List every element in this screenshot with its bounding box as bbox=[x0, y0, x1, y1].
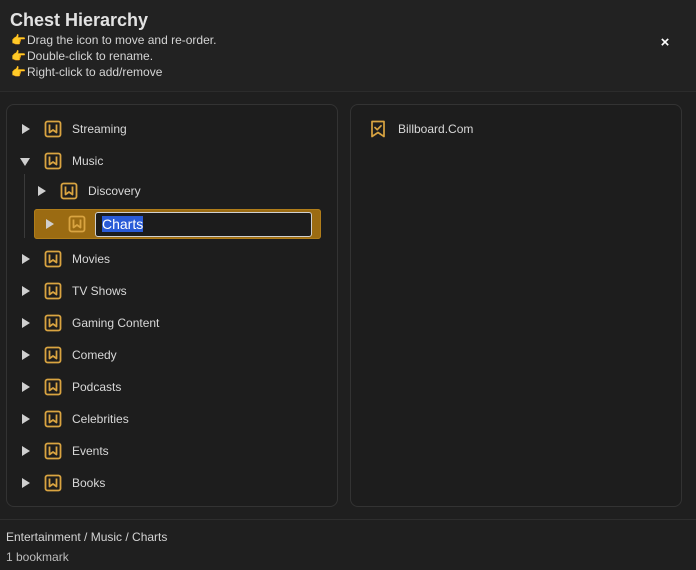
dialog-title: Chest Hierarchy bbox=[10, 10, 149, 30]
tree-item-label: Discovery bbox=[88, 184, 141, 198]
bookmarks-panel bbox=[350, 104, 682, 507]
chest-icon[interactable] bbox=[44, 152, 62, 170]
expand-arrow-icon[interactable] bbox=[20, 445, 32, 457]
chest-icon[interactable] bbox=[44, 410, 62, 428]
pointing-hand-icon: 👉 bbox=[11, 33, 26, 47]
pointing-hand-icon: 👉 bbox=[11, 65, 26, 79]
bookmark-icon bbox=[371, 120, 385, 138]
chest-icon[interactable] bbox=[44, 442, 62, 460]
bookmark-label: Billboard.Com bbox=[398, 122, 474, 136]
chest-icon[interactable] bbox=[44, 250, 62, 268]
expand-arrow-icon[interactable] bbox=[20, 349, 32, 361]
tree-item-label: Streaming bbox=[72, 122, 127, 136]
tree-item-label: Comedy bbox=[72, 348, 117, 362]
collapse-arrow-icon[interactable] bbox=[20, 155, 32, 167]
breadcrumb-path: Entertainment / Music / Charts bbox=[6, 530, 168, 544]
rename-input[interactable] bbox=[95, 211, 312, 237]
bookmark-count: 1 bookmark bbox=[6, 550, 69, 564]
hint-drag: 👉Drag the icon to move and re-order. bbox=[11, 33, 216, 47]
tree-item-movies[interactable]: Movies bbox=[20, 245, 320, 273]
chest-icon[interactable] bbox=[44, 378, 62, 396]
tree-item-books[interactable]: Books bbox=[20, 469, 320, 497]
chest-icon[interactable] bbox=[44, 314, 62, 332]
pointing-hand-icon: 👉 bbox=[11, 49, 26, 63]
expand-arrow-icon[interactable] bbox=[20, 123, 32, 135]
tree-item-celebrities[interactable]: Celebrities bbox=[20, 405, 320, 433]
expand-arrow-icon[interactable] bbox=[20, 253, 32, 265]
expand-arrow-icon[interactable] bbox=[20, 285, 32, 297]
close-button[interactable]: × bbox=[658, 35, 672, 51]
footer-divider bbox=[0, 519, 696, 520]
expand-arrow-icon[interactable] bbox=[20, 413, 32, 425]
tree-item-label: Movies bbox=[72, 252, 111, 266]
chest-icon[interactable] bbox=[68, 215, 86, 233]
tree-item-comedy[interactable]: Comedy bbox=[20, 341, 320, 369]
tree-item-gaming-content[interactable]: Gaming Content bbox=[20, 309, 320, 337]
tree-item-label: TV Shows bbox=[72, 284, 127, 298]
expand-arrow-icon[interactable] bbox=[36, 185, 48, 197]
tree-item-tv-shows[interactable]: TV Shows bbox=[20, 277, 320, 305]
chest-icon[interactable] bbox=[44, 120, 62, 138]
expand-arrow-icon[interactable] bbox=[20, 381, 32, 393]
hint-text: Drag the icon to move and re-order. bbox=[27, 33, 217, 47]
tree-item-label: Podcasts bbox=[72, 380, 122, 394]
tree-item-label: Music bbox=[72, 154, 104, 168]
hint-rename: 👉Double-click to rename. bbox=[11, 49, 153, 63]
tree-item-label: Events bbox=[72, 444, 109, 458]
tree-item-discovery[interactable]: Discovery bbox=[36, 177, 320, 205]
tree-item-charts-selected[interactable] bbox=[34, 209, 321, 239]
chest-icon[interactable] bbox=[44, 346, 62, 364]
dialog-header: Chest Hierarchy 👉Drag the icon to move a… bbox=[0, 0, 696, 92]
chest-icon[interactable] bbox=[60, 182, 78, 200]
hint-text: Double-click to rename. bbox=[27, 49, 154, 63]
tree-item-events[interactable]: Events bbox=[20, 437, 320, 465]
tree-item-label: Gaming Content bbox=[72, 316, 160, 330]
hint-add-remove: 👉Right-click to add/remove bbox=[11, 65, 162, 79]
expand-arrow-icon[interactable] bbox=[20, 477, 32, 489]
tree-item-streaming[interactable]: Streaming bbox=[20, 115, 320, 143]
expand-arrow-icon[interactable] bbox=[44, 218, 56, 230]
tree-guide-line bbox=[24, 174, 25, 238]
hint-text: Right-click to add/remove bbox=[27, 65, 163, 79]
tree-item-label: Books bbox=[72, 476, 106, 490]
chest-icon[interactable] bbox=[44, 282, 62, 300]
bookmark-item[interactable]: Billboard.Com bbox=[370, 118, 473, 140]
chest-icon[interactable] bbox=[44, 474, 62, 492]
tree-item-music[interactable]: Music bbox=[20, 147, 320, 175]
expand-arrow-icon[interactable] bbox=[20, 317, 32, 329]
tree-item-podcasts[interactable]: Podcasts bbox=[20, 373, 320, 401]
tree-item-label: Celebrities bbox=[72, 412, 129, 426]
